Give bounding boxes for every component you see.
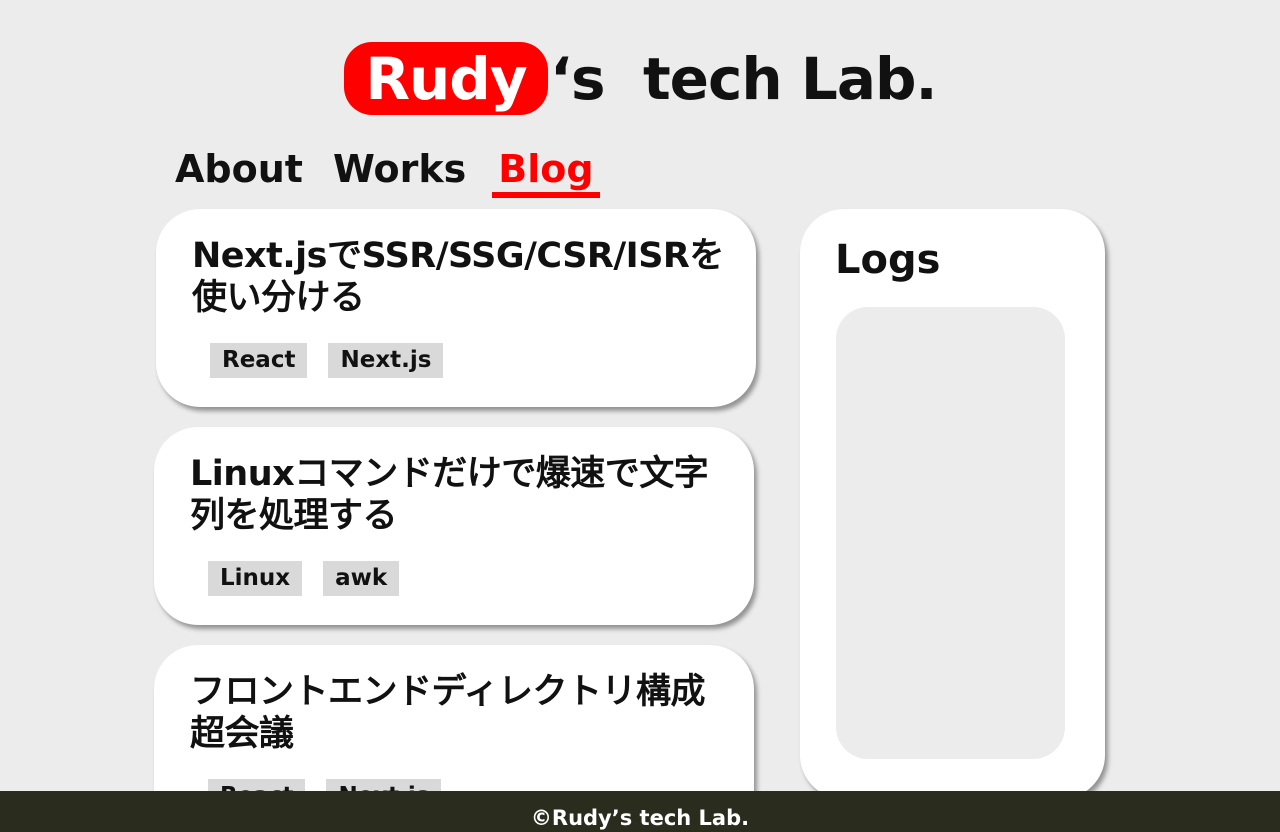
post-title[interactable]: フロントエンドディレクトリ構成超会議 — [190, 671, 724, 755]
tag[interactable]: Linux — [208, 561, 303, 596]
post-title[interactable]: Next.jsでSSR/SSG/CSR/ISRを使い分ける — [192, 235, 726, 319]
post-card[interactable]: Linuxコマンドだけで爆速で文字列を処理する Linux awk — [154, 427, 754, 625]
main-nav: About Works Blog — [175, 146, 630, 200]
nav-about[interactable]: About — [175, 146, 303, 192]
post-tags: Linux awk — [208, 561, 724, 596]
post-tags: React Next.js — [210, 343, 726, 378]
logo-highlight: Rudy — [344, 42, 548, 115]
logs-title: Logs — [835, 237, 941, 283]
copyright: ©Rudy’s tech Lab. — [530, 805, 750, 830]
logs-content — [836, 307, 1065, 759]
logs-panel: Logs — [800, 209, 1105, 799]
logo-text: ‘s tech Lab. — [550, 44, 938, 113]
site-logo[interactable]: Rudy ‘s tech Lab. — [344, 42, 938, 115]
tag[interactable]: awk — [323, 561, 400, 596]
tag[interactable]: React — [210, 343, 308, 378]
nav-blog[interactable]: Blog — [492, 146, 600, 198]
tag[interactable]: Next.js — [328, 343, 444, 378]
footer: ©Rudy’s tech Lab. — [0, 791, 1280, 832]
post-card[interactable]: Next.jsでSSR/SSG/CSR/ISRを使い分ける React Next… — [156, 209, 756, 407]
page: Rudy ‘s tech Lab. About Works Blog Next.… — [0, 0, 1280, 832]
post-title[interactable]: Linuxコマンドだけで爆速で文字列を処理する — [190, 453, 724, 537]
nav-works[interactable]: Works — [333, 146, 466, 192]
